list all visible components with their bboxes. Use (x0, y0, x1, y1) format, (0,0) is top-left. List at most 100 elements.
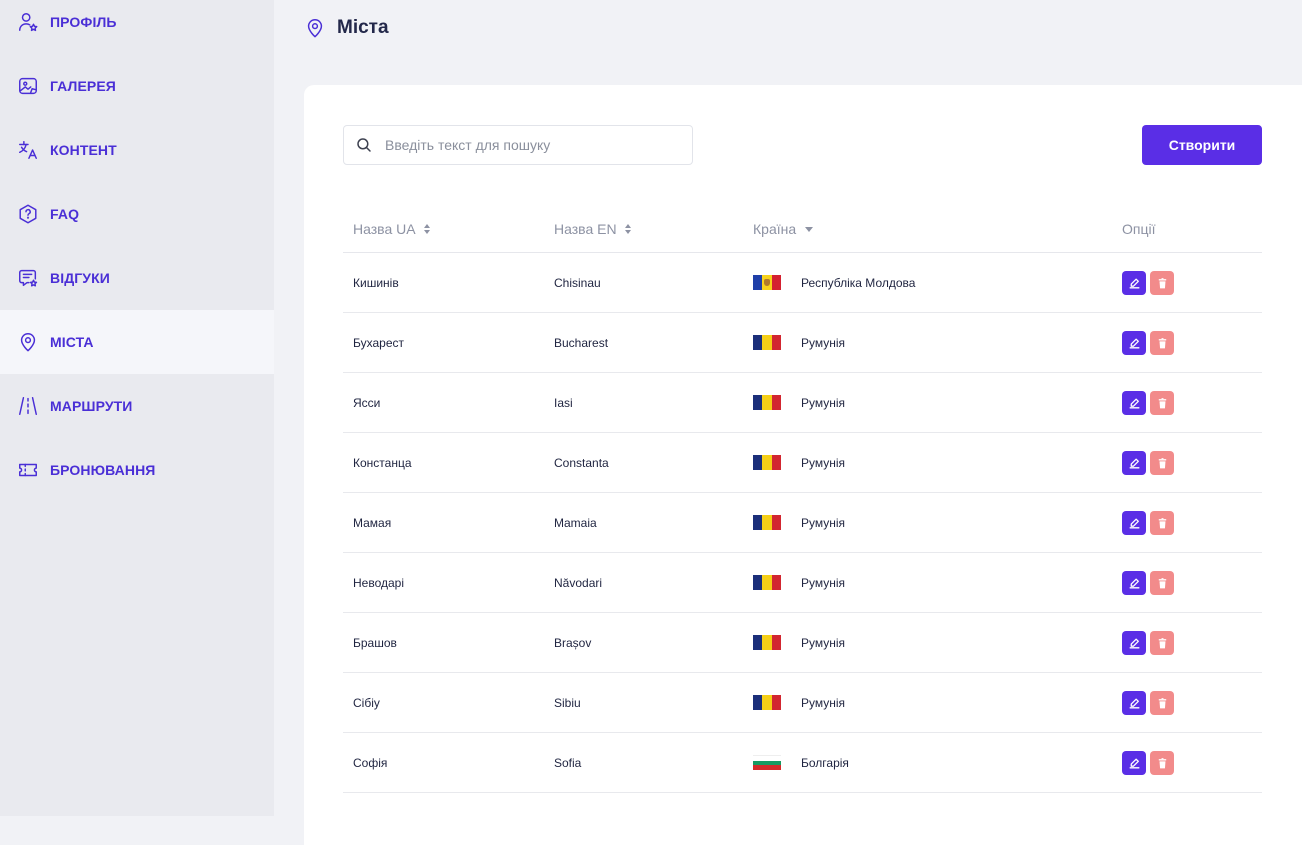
edit-button[interactable] (1122, 331, 1146, 355)
trash-icon (1156, 457, 1169, 470)
delete-button[interactable] (1150, 511, 1174, 535)
table-row: Кишинів Chisinau Республіка Молдова (343, 253, 1262, 313)
column-header-options: Опції (1122, 221, 1156, 237)
cell-name-ua: Сібіу (353, 696, 380, 710)
cell-country: Румунія (801, 336, 846, 350)
sidebar-item-booking[interactable]: БРОНЮВАННЯ (0, 438, 274, 502)
map-pin-icon (17, 331, 39, 353)
edit-button[interactable] (1122, 571, 1146, 595)
delete-button[interactable] (1150, 631, 1174, 655)
trash-icon (1156, 337, 1169, 350)
flag-bulgaria-icon (753, 755, 781, 771)
cell-country: Болгарія (801, 756, 849, 770)
cell-country: Румунія (801, 456, 846, 470)
pencil-icon (1128, 397, 1141, 410)
pencil-icon (1128, 337, 1141, 350)
cell-name-ua: Софія (353, 756, 388, 770)
flag-romania-icon (753, 455, 781, 470)
edit-button[interactable] (1122, 271, 1146, 295)
delete-button[interactable] (1150, 391, 1174, 415)
column-header-name-ua[interactable]: Назва UA (353, 221, 430, 237)
user-star-icon (17, 11, 39, 33)
reviews-icon (17, 267, 39, 289)
trash-icon (1156, 397, 1169, 410)
cell-name-ua: Ясси (353, 396, 381, 410)
delete-button[interactable] (1150, 271, 1174, 295)
sidebar: ПРОФІЛЬ ГАЛЕРЕЯ КОНТЕНТ FAQ ВІДГУКИ МІСТ… (0, 0, 274, 816)
delete-button[interactable] (1150, 451, 1174, 475)
flag-romania-icon (753, 635, 781, 650)
table-row: Констанца Constanta Румунія (343, 433, 1262, 493)
delete-button[interactable] (1150, 751, 1174, 775)
cell-name-en: Chisinau (554, 276, 601, 290)
sidebar-item-faq[interactable]: FAQ (0, 182, 274, 246)
trash-icon (1156, 697, 1169, 710)
search-icon (357, 138, 371, 152)
page-title: Міста (337, 17, 389, 38)
sidebar-item-profile[interactable]: ПРОФІЛЬ (0, 0, 274, 54)
question-hexagon-icon (17, 203, 39, 225)
flag-romania-icon (753, 395, 781, 410)
sidebar-item-label: КОНТЕНТ (50, 142, 117, 158)
cell-country: Республіка Молдова (801, 276, 916, 290)
sidebar-item-label: ВІДГУКИ (50, 270, 110, 286)
table-row: Сібіу Sibiu Румунія (343, 673, 1262, 733)
cities-card: Створити Назва UA Назва EN Країна Опції … (304, 85, 1302, 845)
pencil-icon (1128, 517, 1141, 530)
cell-name-ua: Неводарі (353, 576, 405, 590)
sidebar-item-label: МАРШРУТИ (50, 398, 133, 414)
delete-button[interactable] (1150, 691, 1174, 715)
sidebar-item-content[interactable]: КОНТЕНТ (0, 118, 274, 182)
cell-name-en: Sibiu (554, 696, 581, 710)
map-pin-icon (307, 19, 323, 38)
delete-button[interactable] (1150, 571, 1174, 595)
road-icon (17, 395, 39, 417)
sidebar-item-routes[interactable]: МАРШРУТИ (0, 374, 274, 438)
pencil-icon (1128, 577, 1141, 590)
sidebar-item-label: БРОНЮВАННЯ (50, 462, 156, 478)
flag-romania-icon (753, 515, 781, 530)
trash-icon (1156, 517, 1169, 530)
cell-name-ua: Мамая (353, 516, 392, 530)
flag-romania-icon (753, 335, 781, 350)
search-input[interactable] (385, 137, 675, 153)
pencil-icon (1128, 697, 1141, 710)
edit-button[interactable] (1122, 751, 1146, 775)
column-header-label: Опції (1122, 221, 1156, 237)
gallery-icon (17, 75, 39, 97)
trash-icon (1156, 577, 1169, 590)
edit-button[interactable] (1122, 691, 1146, 715)
trash-icon (1156, 637, 1169, 650)
flag-romania-icon (753, 575, 781, 590)
search-box[interactable] (343, 125, 693, 165)
column-header-label: Назва EN (554, 221, 617, 237)
delete-button[interactable] (1150, 331, 1174, 355)
table-header: Назва UA Назва EN Країна Опції (343, 209, 1262, 253)
cell-name-ua: Кишинів (353, 276, 399, 290)
sort-icon[interactable] (423, 224, 430, 234)
edit-button[interactable] (1122, 511, 1146, 535)
column-header-country[interactable]: Країна (753, 221, 814, 237)
sort-icon[interactable] (624, 224, 631, 234)
sidebar-item-cities[interactable]: МІСТА (0, 310, 274, 374)
cell-name-en: Năvodari (554, 576, 603, 590)
cell-name-ua: Брашов (353, 636, 397, 650)
pencil-icon (1128, 457, 1141, 470)
column-header-label: Назва UA (353, 221, 416, 237)
sidebar-item-gallery[interactable]: ГАЛЕРЕЯ (0, 54, 274, 118)
trash-icon (1156, 757, 1169, 770)
create-button[interactable]: Створити (1142, 125, 1262, 165)
edit-button[interactable] (1122, 391, 1146, 415)
table-row: Бухарест Bucharest Румунія (343, 313, 1262, 373)
table-row: Мамая Mamaia Румунія (343, 493, 1262, 553)
filter-caret-icon[interactable] (805, 226, 814, 232)
flag-moldova-icon (753, 275, 781, 290)
sidebar-item-label: ПРОФІЛЬ (50, 14, 117, 30)
edit-button[interactable] (1122, 451, 1146, 475)
edit-button[interactable] (1122, 631, 1146, 655)
table-row: Ясси Iasi Румунія (343, 373, 1262, 433)
column-header-name-en[interactable]: Назва EN (554, 221, 631, 237)
sidebar-item-reviews[interactable]: ВІДГУКИ (0, 246, 274, 310)
cell-name-en: Brașov (554, 636, 592, 650)
table-body: Кишинів Chisinau Республіка Молдова Бухарес… (343, 253, 1262, 793)
